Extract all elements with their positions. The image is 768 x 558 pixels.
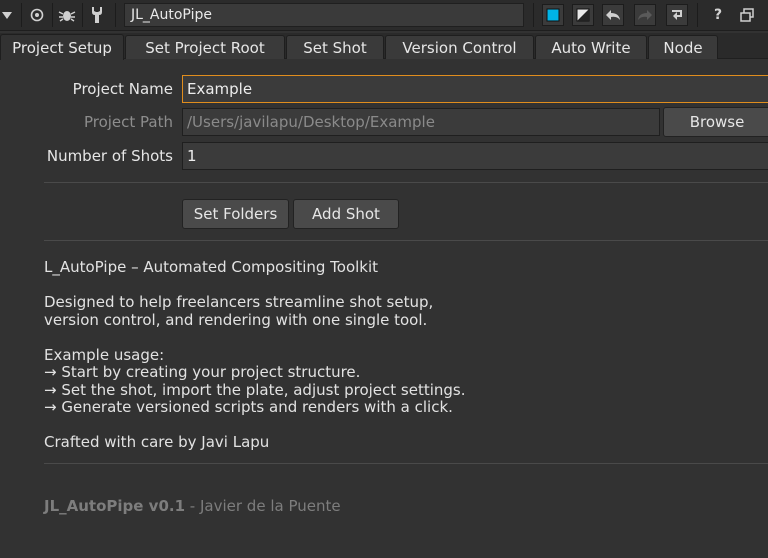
color-diagonal-icon[interactable] [572,4,594,26]
tab-version-control[interactable]: Version Control [385,35,534,59]
circle-target-icon[interactable] [26,3,48,27]
undo-icon[interactable] [602,4,624,26]
credit-text: Crafted with care by Javi Lapu [44,433,270,451]
tab-set-project-root[interactable]: Set Project Root [125,35,285,59]
divider [44,463,768,464]
info-title: L_AutoPipe – Automated Compositing Toolk… [44,258,379,276]
project-name-label: Project Name [72,80,173,98]
help-icon[interactable]: ? [708,3,728,27]
color-square-icon[interactable] [542,4,564,26]
info-description-line: Designed to help freelancers streamline … [44,293,434,311]
tab-project-setup[interactable]: Project Setup [0,34,124,60]
footer-author: Javier de la Puente [199,497,341,515]
footer-separator: - [185,497,200,515]
num-shots-label: Number of Shots [46,147,173,165]
redo-icon [634,4,656,26]
footer-product: JL_AutoPipe v0.1 [44,497,186,515]
divider [44,240,768,241]
usage-step: → Set the shot, import the plate, adjust… [44,381,466,399]
usage-step: → Start by creating your project structu… [44,363,361,381]
collapse-triangle-icon[interactable] [0,3,14,27]
project-name-input[interactable]: Example [182,75,768,103]
add-shot-button[interactable]: Add Shot [293,199,399,229]
node-toolbar: JL_AutoPipe ? [0,0,768,31]
tab-set-shot[interactable]: Set Shot [286,35,384,59]
wrench-icon[interactable] [86,3,108,27]
revert-icon[interactable] [666,4,688,26]
float-panel-icon[interactable] [736,3,758,27]
tab-node[interactable]: Node [648,35,718,59]
tab-auto-write[interactable]: Auto Write [535,35,647,59]
project-path-label: Project Path [83,113,173,131]
divider [44,182,768,183]
bug-icon[interactable] [56,3,78,27]
usage-step: → Generate versioned scripts and renders… [44,398,453,416]
info-description-line: version control, and rendering with one … [44,311,428,329]
footer-version: JL_AutoPipe v0.1 - Javier de la Puente [44,497,341,515]
usage-title: Example usage: [44,346,165,364]
browse-button[interactable]: Browse [663,107,768,137]
set-folders-button[interactable]: Set Folders [182,199,289,229]
tab-bar: Project Setup Set Project Root Set Shot … [0,33,768,60]
num-shots-input[interactable]: 1 [182,142,768,170]
node-name-field[interactable]: JL_AutoPipe [124,3,524,27]
project-path-input: /Users/javilapu/Desktop/Example [182,108,660,136]
